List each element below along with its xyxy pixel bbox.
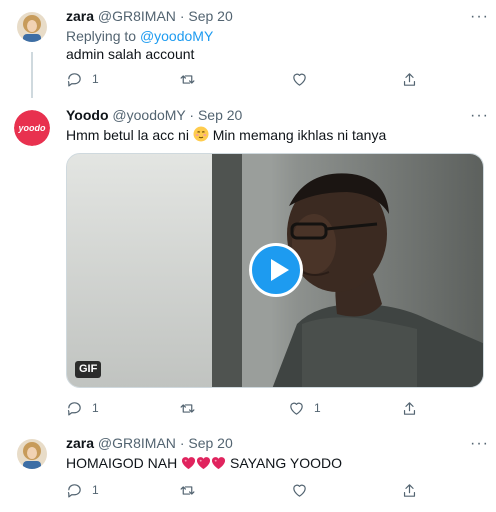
separator: · bbox=[179, 8, 185, 24]
tweet-text: Hmm betul la acc ni Min memang ikhlas ni… bbox=[66, 126, 386, 146]
heart-emoji bbox=[181, 456, 196, 474]
reply-button[interactable]: 1 bbox=[66, 69, 99, 89]
tweet-text: HOMAIGOD NAH SAYANG YOODO bbox=[66, 454, 342, 474]
tweet-text-part1: Hmm betul la acc ni bbox=[66, 127, 189, 143]
retweet-button[interactable] bbox=[179, 398, 196, 418]
avatar[interactable] bbox=[17, 12, 47, 42]
retweet-icon bbox=[180, 74, 195, 84]
like-icon bbox=[293, 73, 306, 86]
tweet-date[interactable]: Sep 20 bbox=[188, 8, 232, 24]
tweet-header: Yoodo @yoodoMY · Sep 20 bbox=[66, 106, 242, 124]
like-icon bbox=[293, 484, 306, 497]
reply-count: 1 bbox=[92, 483, 99, 497]
tweet-actions: 1 1 bbox=[66, 398, 426, 418]
share-button[interactable] bbox=[401, 480, 418, 500]
tweet-text-part2: SAYANG YOODO bbox=[230, 455, 343, 471]
more-icon[interactable]: ··· bbox=[470, 108, 489, 124]
tweet-actions: 1 bbox=[66, 69, 426, 89]
display-name[interactable]: Yoodo bbox=[66, 107, 109, 123]
reply-button[interactable]: 1 bbox=[66, 480, 99, 500]
play-icon[interactable] bbox=[249, 243, 303, 297]
retweet-icon bbox=[180, 485, 195, 495]
avatar-logo-text: yoodo bbox=[18, 123, 46, 133]
like-button[interactable] bbox=[291, 69, 308, 89]
like-button[interactable]: 1 bbox=[288, 398, 321, 418]
share-button[interactable] bbox=[401, 69, 418, 89]
replying-to-handle[interactable]: @yoodoMY bbox=[140, 28, 213, 44]
replying-to-label: Replying to bbox=[66, 28, 137, 44]
tweet-text-part1: HOMAIGOD NAH bbox=[66, 455, 178, 471]
display-name[interactable]: zara bbox=[66, 435, 94, 451]
reply-button[interactable]: 1 bbox=[66, 398, 99, 418]
gif-badge: GIF bbox=[75, 361, 102, 378]
blush-emoji bbox=[193, 126, 209, 146]
tweet-header: zara @GR8IMAN · Sep 20 bbox=[66, 7, 233, 25]
separator: · bbox=[179, 435, 185, 451]
tweet-header: zara @GR8IMAN · Sep 20 bbox=[66, 434, 233, 452]
tweet-date[interactable]: Sep 20 bbox=[188, 435, 232, 451]
user-handle[interactable]: @GR8IMAN bbox=[98, 8, 176, 24]
avatar[interactable] bbox=[17, 439, 47, 469]
retweet-button[interactable] bbox=[179, 69, 196, 89]
reply-count: 1 bbox=[92, 72, 99, 86]
tweet-text-part2: Min memang ikhlas ni tanya bbox=[212, 127, 387, 143]
share-icon bbox=[403, 483, 416, 497]
share-icon bbox=[403, 72, 416, 86]
more-icon[interactable]: ··· bbox=[470, 436, 489, 452]
thread-line bbox=[31, 52, 33, 98]
like-count: 1 bbox=[314, 401, 321, 415]
user-handle[interactable]: @yoodoMY bbox=[112, 107, 185, 123]
display-name[interactable]: zara bbox=[66, 8, 94, 24]
replying-to: Replying to @yoodoMY bbox=[66, 27, 213, 45]
like-button[interactable] bbox=[291, 480, 308, 500]
share-icon bbox=[403, 401, 416, 415]
heart-emoji bbox=[196, 456, 211, 474]
heart-emoji bbox=[211, 456, 226, 474]
tweet-date[interactable]: Sep 20 bbox=[198, 107, 242, 123]
tweet-actions: 1 bbox=[66, 480, 426, 500]
reply-icon bbox=[67, 483, 81, 497]
reply-icon bbox=[67, 401, 81, 415]
more-icon[interactable]: ··· bbox=[470, 9, 489, 25]
share-button[interactable] bbox=[401, 398, 418, 418]
reply-count: 1 bbox=[92, 401, 99, 415]
tweet-text: admin salah account bbox=[66, 46, 195, 62]
user-handle[interactable]: @GR8IMAN bbox=[98, 435, 176, 451]
separator: · bbox=[189, 107, 195, 123]
reply-icon bbox=[67, 72, 81, 86]
retweet-icon bbox=[180, 403, 195, 413]
like-icon bbox=[290, 402, 303, 415]
retweet-button[interactable] bbox=[179, 480, 196, 500]
avatar-yoodo[interactable]: yoodo bbox=[14, 110, 50, 146]
